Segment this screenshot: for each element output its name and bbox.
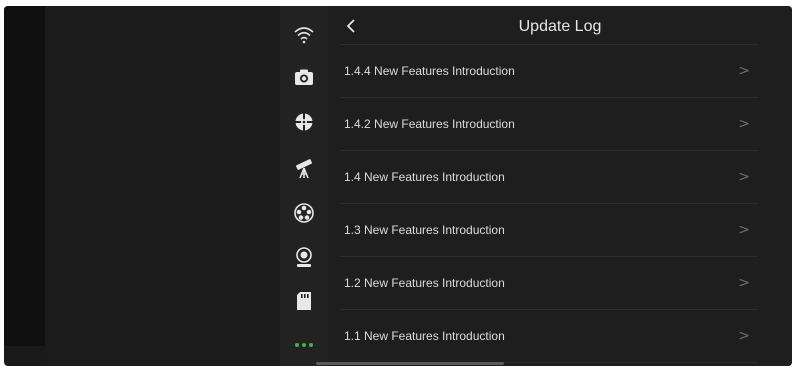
filter-wheel-icon[interactable] bbox=[280, 196, 328, 230]
update-log-list: 1.4.4 New Features Introduction > 1.4.2 … bbox=[328, 45, 792, 363]
more-dots-icon[interactable] bbox=[280, 328, 328, 362]
app-screen: Update Log 1.4.4 New Features Introducti… bbox=[4, 6, 792, 366]
chevron-right-icon: > bbox=[738, 328, 750, 344]
list-item-1-4[interactable]: 1.4 New Features Introduction > bbox=[340, 151, 758, 204]
list-item-label: 1.1 New Features Introduction bbox=[344, 329, 505, 343]
list-item-label: 1.4.4 New Features Introduction bbox=[344, 64, 515, 78]
chevron-right-icon: > bbox=[738, 169, 750, 185]
list-item-1-4-2[interactable]: 1.4.2 New Features Introduction > bbox=[340, 98, 758, 151]
list-item-1-2[interactable]: 1.2 New Features Introduction > bbox=[340, 257, 758, 310]
preview-area bbox=[45, 6, 280, 366]
camera-icon[interactable] bbox=[280, 60, 328, 94]
focus-target-icon[interactable] bbox=[280, 105, 328, 139]
update-log-panel: Update Log 1.4.4 New Features Introducti… bbox=[328, 6, 792, 366]
telescope-icon[interactable] bbox=[280, 152, 328, 186]
list-item-label: 1.4.2 New Features Introduction bbox=[344, 117, 515, 131]
sd-card-icon[interactable] bbox=[280, 284, 328, 318]
chevron-right-icon: > bbox=[738, 275, 750, 291]
chevron-right-icon: > bbox=[738, 116, 750, 132]
wifi-icon[interactable] bbox=[280, 18, 328, 52]
horizontal-scrollbar[interactable] bbox=[316, 362, 504, 365]
list-item-label: 1.2 New Features Introduction bbox=[344, 276, 505, 290]
left-edge bbox=[4, 6, 45, 346]
list-item-1-4-4[interactable]: 1.4.4 New Features Introduction > bbox=[340, 45, 758, 98]
chevron-right-icon: > bbox=[738, 222, 750, 238]
page-title: Update Log bbox=[518, 18, 602, 35]
icon-sidebar bbox=[280, 6, 328, 366]
chevron-right-icon: > bbox=[738, 63, 750, 79]
panel-header: Update Log bbox=[328, 6, 792, 44]
list-item-label: 1.4 New Features Introduction bbox=[344, 170, 505, 184]
webcam-icon[interactable] bbox=[280, 241, 328, 275]
list-item-1-1[interactable]: 1.1 New Features Introduction > bbox=[340, 310, 758, 363]
list-item-1-3[interactable]: 1.3 New Features Introduction > bbox=[340, 204, 758, 257]
list-item-label: 1.3 New Features Introduction bbox=[344, 223, 505, 237]
